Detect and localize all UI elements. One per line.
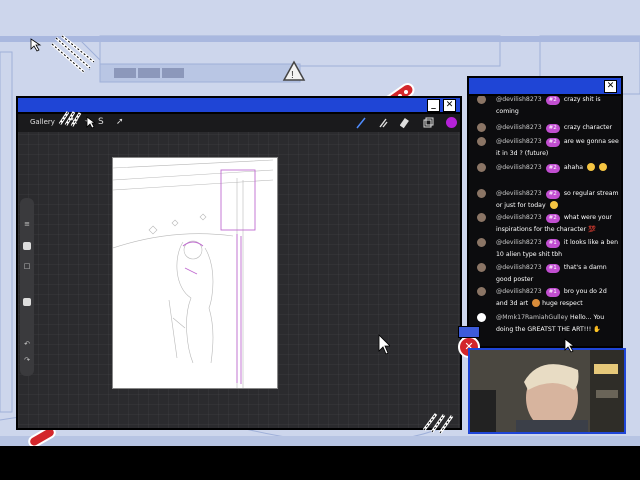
stream-overlay-desktop: ! _ ✕ Gallery ⚒ ✦ S ➚ [0, 0, 640, 446]
hundred-emoji-icon: 💯 [588, 226, 596, 233]
avatar [477, 96, 486, 104]
chat-username: @devilish8273 [496, 96, 542, 103]
rank-badge: #2 [545, 190, 560, 199]
rank-badge: #2 [545, 138, 560, 147]
eyedropper-button[interactable]: □ [23, 262, 31, 270]
chat-username: @devilish8273 [496, 288, 542, 295]
hand-cursor-icon [422, 413, 454, 434]
drawing-canvas[interactable] [112, 157, 278, 389]
sketch-artwork [112, 159, 274, 388]
gallery-button[interactable]: Gallery [30, 118, 55, 126]
brush-icon[interactable] [356, 117, 366, 129]
minimize-button[interactable]: _ [427, 99, 440, 112]
transform-icon[interactable]: ➚ [116, 117, 124, 127]
redo-icon[interactable]: ↷ [23, 356, 31, 364]
chat-close-button[interactable]: ✕ [604, 80, 617, 93]
palette-emoji-icon [532, 299, 541, 307]
chat-message-list: @devilish8273 #2 crazy shit is coming @d… [469, 96, 621, 346]
wink-emoji-icon [549, 201, 558, 209]
rank-badge: #1 [545, 264, 560, 273]
pointer-cursor-icon [30, 38, 42, 52]
layers-icon[interactable] [422, 117, 434, 129]
rank-badge: #2 [545, 214, 560, 223]
grin-emoji-icon [587, 163, 596, 171]
webcam-image [470, 350, 624, 432]
brush-size-sidebar[interactable]: ≡ □ ↶ ↷ [20, 198, 34, 376]
svg-text:!: ! [291, 70, 294, 81]
rank-badge: #2 [545, 96, 560, 105]
mouse-pointer-icon [86, 116, 96, 129]
tab-sticker [458, 326, 480, 338]
chat-username: @devilish8273 [496, 214, 542, 221]
avatar [477, 123, 486, 132]
close-button[interactable]: ✕ [443, 99, 456, 112]
smile-emoji-icon [598, 163, 607, 171]
avatar [477, 189, 486, 198]
selection-icon[interactable]: S [98, 117, 104, 127]
chat-text: crazy character [563, 124, 613, 131]
avatar [477, 163, 486, 172]
rank-badge: #2 [545, 124, 560, 133]
chat-titlebar[interactable]: ✕ [469, 78, 621, 96]
chat-text: ahaha [563, 164, 584, 171]
chat-username: @Mmk17RamiahGulley [496, 314, 569, 321]
chat-username: @devilish8273 [496, 164, 542, 171]
chat-username: @devilish8273 [496, 190, 542, 197]
color-picker-button[interactable] [446, 117, 457, 128]
avatar [477, 287, 486, 296]
webcam-feed [468, 348, 626, 434]
procreate-workspace: Gallery ⚒ ✦ S ➚ ≡ □ ↶ ↷ [18, 114, 460, 428]
chat-username: @devilish8273 [496, 124, 542, 131]
rank-badge: #1 [545, 239, 560, 248]
avatar [477, 263, 486, 272]
avatar [477, 137, 486, 146]
chat-username: @devilish8273 [496, 138, 542, 145]
undo-icon[interactable]: ↶ [23, 340, 31, 348]
avatar [477, 238, 486, 247]
size-slider-icon[interactable]: ≡ [23, 220, 31, 228]
rank-badge: #1 [545, 288, 560, 297]
hand-cursor-icon [51, 34, 95, 74]
rank-badge: #2 [545, 164, 560, 173]
wave-emoji-icon: ✋ [593, 326, 601, 333]
hand-cursor-icon [58, 111, 82, 127]
chat-window[interactable]: ✕ @devilish8273 #2 crazy shit is coming … [467, 76, 623, 348]
avatar [477, 213, 486, 222]
chat-username: @devilish8273 [496, 264, 542, 271]
opacity-slider-handle[interactable] [23, 298, 31, 306]
procreate-window[interactable]: _ ✕ Gallery ⚒ ✦ S ➚ ≡ □ ↶ ↷ [16, 96, 462, 430]
size-slider-handle[interactable] [23, 242, 31, 250]
avatar [477, 313, 486, 322]
smudge-icon[interactable] [378, 117, 388, 129]
chat-username: @devilish8273 [496, 239, 542, 246]
chat-text-tail: huge respect [542, 300, 583, 307]
mouse-pointer-icon [564, 338, 576, 353]
mouse-pointer-icon [378, 334, 390, 355]
eraser-icon[interactable] [400, 117, 410, 129]
